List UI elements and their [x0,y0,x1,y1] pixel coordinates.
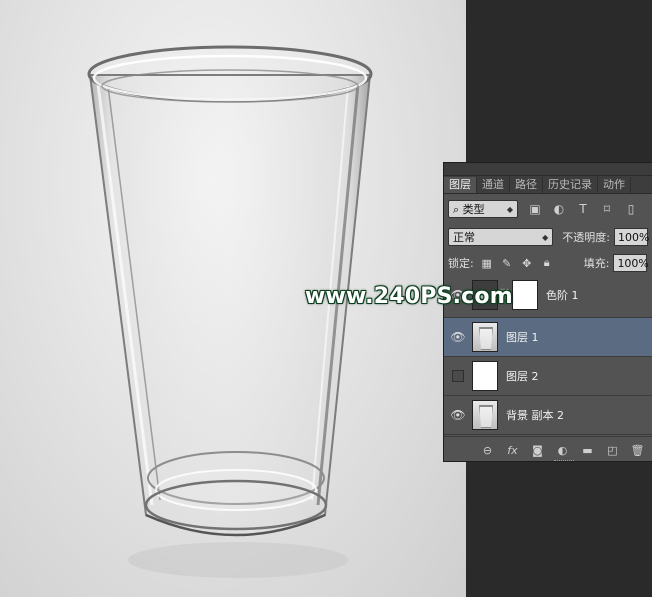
smart-object-filter-icon[interactable]: ▯ [624,202,638,216]
layer-thumbnail [472,400,498,430]
layers-panel-toolbar: ⊖ fx ◙ ◐ ▬ ◰ 🗑︎ [444,436,652,461]
type-filter-icon[interactable]: T [576,202,590,216]
opacity-field[interactable]: 100% [614,228,649,246]
layer-name: 背景 副本 2 [506,409,564,422]
tab-layers[interactable]: 图层 [444,177,477,193]
tab-actions[interactable]: 动作 [598,177,631,193]
lock-transparent-icon[interactable]: ▦ [480,256,494,270]
shape-filter-icon[interactable]: ⌑ [600,202,614,216]
fill-label: 填充: [583,257,610,270]
layer-name: 色阶 1 [546,288,579,302]
new-adjustment-layer-icon[interactable]: ◐ [553,444,572,457]
panel-resize-grip[interactable] [554,460,574,461]
layer-row-background-copy2[interactable]: 👁︎ 背景 副本 2 [444,396,652,435]
eye-icon[interactable]: 👁︎ [444,330,472,344]
filter-kind-select[interactable]: ⌕ 类型 ◆ [448,200,518,218]
lock-row: 锁定: ▦ ✎ ✥ 🔒︎ 填充: 100% [444,252,652,274]
add-mask-icon[interactable]: ◙ [528,444,547,457]
tab-history[interactable]: 历史记录 [543,177,598,193]
link-layers-icon[interactable]: ⊖ [478,444,497,457]
tab-channels[interactable]: 通道 [477,177,510,193]
lock-all-icon[interactable]: 🔒︎ [540,256,554,270]
watermark-text: www.240PS.com [305,284,513,309]
new-layer-icon[interactable]: ◰ [603,444,622,457]
layer-name: 图层 2 [506,370,539,383]
lock-paint-icon[interactable]: ✎ [500,256,514,270]
layer-row-layer2[interactable]: 图层 2 [444,357,652,396]
filter-kind-label: 类型 [462,203,485,216]
select-arrow-icon: ◆ [506,205,513,214]
opacity-label: 不透明度: [562,231,610,244]
layer-thumbnail [472,322,498,352]
image-filter-icon[interactable]: ▣ [528,202,542,216]
select-arrow-icon: ◆ [542,233,549,242]
adjustment-filter-icon[interactable]: ◐ [552,202,566,216]
blend-mode-select[interactable]: 正常 ◆ [448,228,554,246]
panel-tabs: 图层 通道 路径 历史记录 动作 [444,176,652,194]
layer-row-layer1[interactable]: 👁︎ 图层 1 [444,318,652,357]
mask-thumbnail[interactable] [512,279,538,310]
hidden-eye-icon [452,370,464,382]
visibility-toggle-off[interactable] [444,370,472,382]
tab-paths[interactable]: 路径 [510,177,543,193]
lock-label: 锁定: [448,257,474,270]
layer-name: 图层 1 [506,331,539,344]
layer-style-fx-icon[interactable]: fx [503,444,522,457]
search-icon: ⌕ [453,203,460,216]
blend-mode-value: 正常 [453,231,475,244]
blend-row: 正常 ◆ 不透明度: 100% [444,226,652,248]
fill-field[interactable]: 100% [613,254,649,272]
panel-header-bar[interactable] [444,163,652,176]
layers-panel[interactable]: 图层 通道 路径 历史记录 动作 ⌕ 类型 ◆ ▣ ◐ T ⌑ ▯ 正常 ◆ 不… [443,162,652,462]
new-group-folder-icon[interactable]: ▬ [578,444,597,457]
eye-icon[interactable]: 👁︎ [444,408,472,422]
layer-thumbnail [472,361,498,391]
lock-move-icon[interactable]: ✥ [520,256,534,270]
filter-row: ⌕ 类型 ◆ ▣ ◐ T ⌑ ▯ [444,198,652,220]
delete-layer-icon[interactable]: 🗑︎ [628,444,647,457]
